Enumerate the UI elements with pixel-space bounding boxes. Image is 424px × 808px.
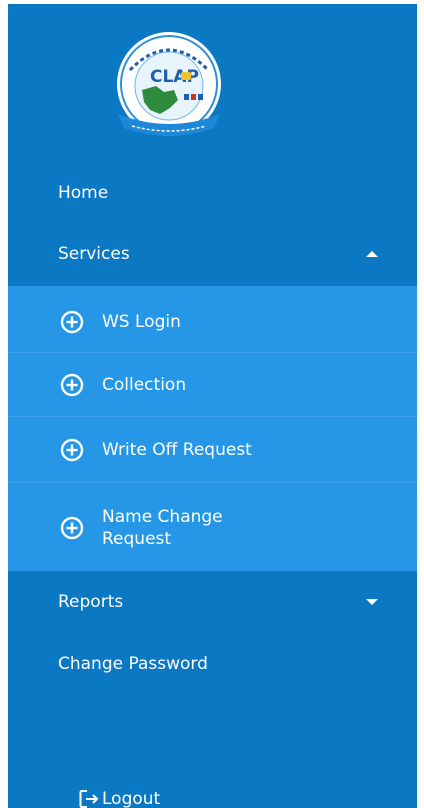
logout-label: Logout bbox=[102, 789, 161, 808]
submenu-item-label: WS Login bbox=[102, 312, 181, 332]
plus-circle-icon bbox=[60, 516, 84, 540]
nav-services[interactable]: Services bbox=[8, 226, 417, 282]
submenu-item-ws-login[interactable]: WS Login bbox=[8, 294, 417, 350]
svg-text:CLAP: CLAP bbox=[150, 67, 199, 87]
clap-logo-image: CLAP bbox=[117, 32, 221, 136]
services-submenu: WS Login Collection Write Off Request Na… bbox=[8, 286, 417, 571]
nav-home-label: Home bbox=[58, 183, 109, 203]
divider bbox=[8, 352, 417, 353]
submenu-item-label-line1: Name Change bbox=[102, 507, 223, 527]
caret-up-icon bbox=[366, 251, 378, 257]
submenu-item-label-line2: Request bbox=[102, 529, 172, 549]
logout-button[interactable]: Logout bbox=[78, 788, 160, 808]
clap-logo: CLAP bbox=[104, 30, 234, 142]
nav-change-password-label: Change Password bbox=[58, 654, 208, 674]
submenu-item-write-off-request[interactable]: Write Off Request bbox=[8, 422, 417, 478]
caret-down-icon bbox=[366, 599, 378, 605]
submenu-item-collection[interactable]: Collection bbox=[8, 357, 417, 413]
divider bbox=[8, 482, 417, 483]
plus-circle-icon bbox=[60, 438, 84, 462]
nav-services-label: Services bbox=[58, 244, 130, 264]
plus-circle-icon bbox=[60, 310, 84, 334]
nav-change-password[interactable]: Change Password bbox=[8, 636, 417, 692]
divider bbox=[8, 416, 417, 417]
submenu-item-label: Write Off Request bbox=[102, 440, 252, 460]
nav-home[interactable]: Home bbox=[8, 165, 417, 221]
plus-circle-icon bbox=[60, 373, 84, 397]
logout-icon bbox=[79, 790, 99, 808]
submenu-item-name-change-request[interactable]: Name Change Request bbox=[8, 492, 417, 564]
sidebar: CLAP Home Services WS Login Collection W… bbox=[8, 4, 417, 808]
submenu-item-label: Collection bbox=[102, 375, 187, 395]
nav-reports[interactable]: Reports bbox=[8, 574, 417, 630]
submenu-item-label: Name Change Request bbox=[102, 506, 223, 550]
nav-reports-label: Reports bbox=[58, 592, 124, 612]
